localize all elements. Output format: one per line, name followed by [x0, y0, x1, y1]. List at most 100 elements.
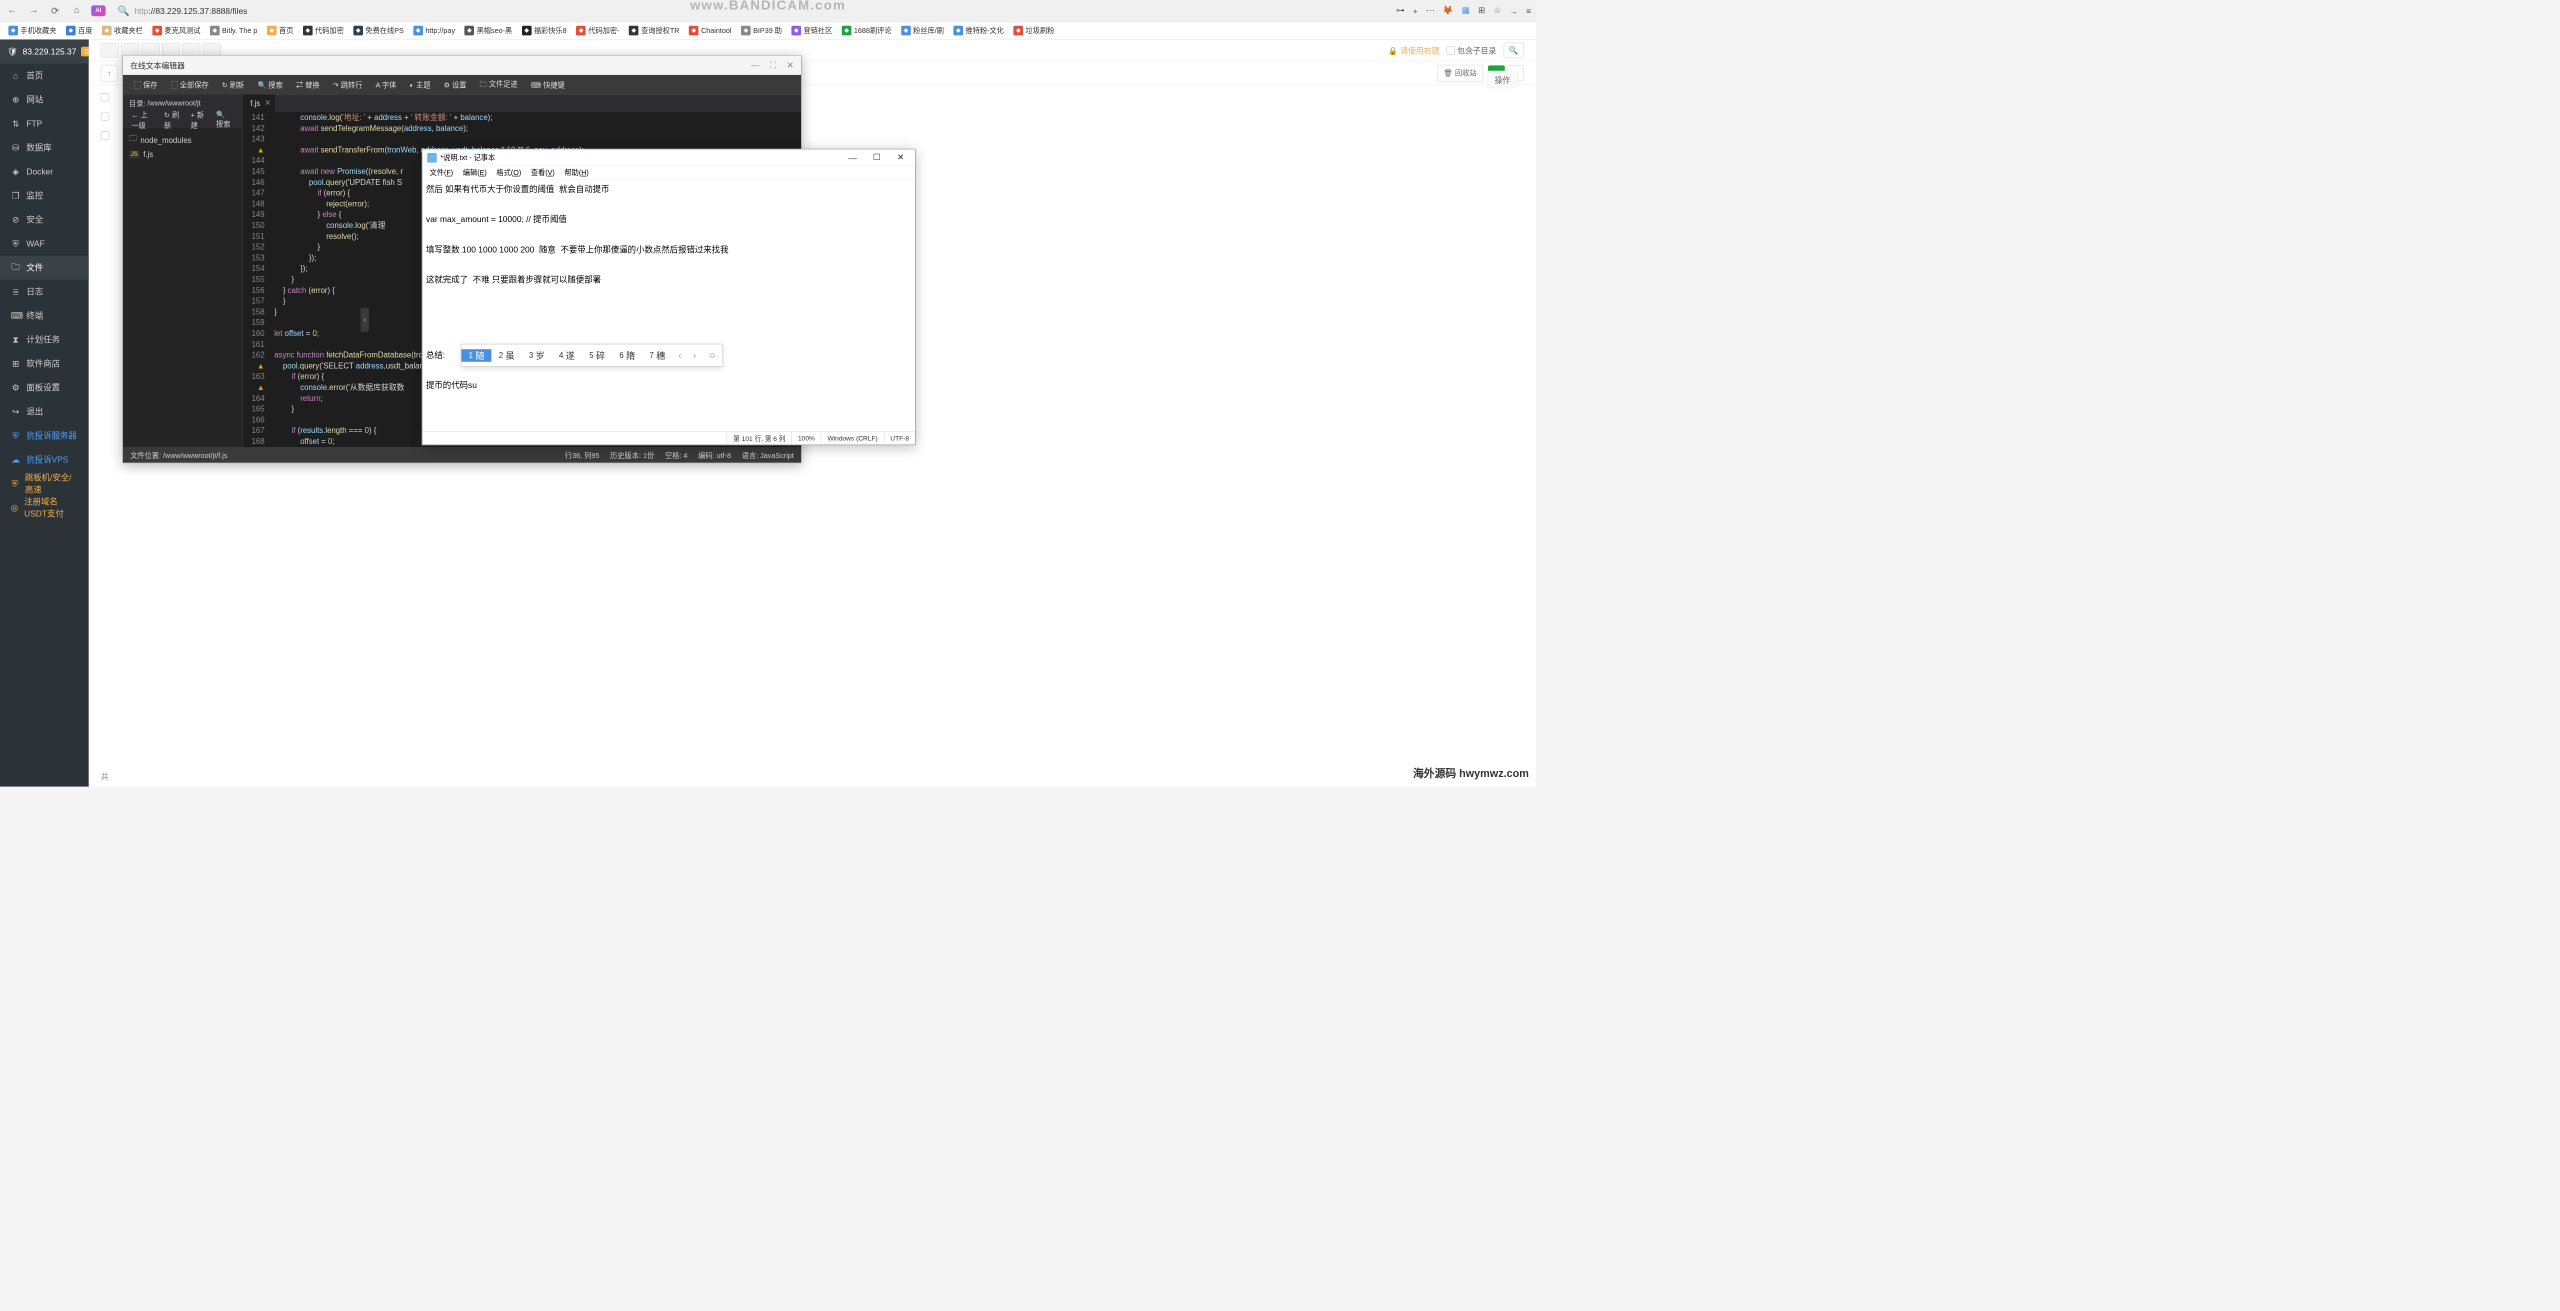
- bookmark-item[interactable]: ◆http://pay: [410, 24, 459, 36]
- row-checkbox[interactable]: [101, 93, 109, 101]
- sidebar-item[interactable]: ⛁数据库: [0, 136, 89, 160]
- notepad-body[interactable]: 然后 如果有代币大于你设置的阈值 就会自动提币 var max_amount =…: [422, 179, 915, 431]
- bookmark-item[interactable]: ◆免费在线PS: [350, 24, 408, 37]
- sidebar-item[interactable]: ◈Docker: [0, 160, 89, 184]
- editor-toolbar-button[interactable]: ⇄ 替换: [290, 77, 326, 92]
- maximize-button[interactable]: ☐: [865, 150, 889, 166]
- ext2-icon[interactable]: ⊞: [1478, 5, 1485, 15]
- bookmark-item[interactable]: ◆BIP39 助: [737, 24, 785, 37]
- sidebar-item[interactable]: ⊕网站: [0, 88, 89, 112]
- bookmark-item[interactable]: ◆Bitly. The p: [206, 24, 261, 36]
- search-icon[interactable]: 🔍: [1503, 42, 1524, 58]
- home-button[interactable]: ⌂: [70, 3, 84, 17]
- ime-candidate[interactable]: 1 随: [461, 349, 491, 362]
- bookmark-item[interactable]: ◆登链社区: [788, 24, 836, 37]
- bookmark-item[interactable]: ◆Chaintool: [685, 24, 735, 36]
- sidebar-item[interactable]: ⊘安全: [0, 208, 89, 232]
- editor-toolbar-button[interactable]: 🔍 搜索: [251, 77, 288, 92]
- ime-prev-icon[interactable]: ‹: [672, 350, 687, 360]
- menu-item[interactable]: 帮助(H): [561, 166, 593, 179]
- collapse-handle-icon[interactable]: ‹: [361, 308, 369, 332]
- bookmark-icon[interactable]: ☆: [1494, 5, 1502, 15]
- sidebar-item[interactable]: ≣日志: [0, 280, 89, 304]
- send-icon[interactable]: →: [1509, 6, 1517, 16]
- bookmark-item[interactable]: ◆推特粉-文化: [950, 24, 1008, 37]
- bookmark-item[interactable]: ◆代码加密-: [573, 24, 623, 37]
- editor-toolbar-button[interactable]: ⬚ 保存: [128, 77, 164, 92]
- menu-item[interactable]: 文件(F): [426, 166, 457, 179]
- editor-toolbar-button[interactable]: ↻ 刷新: [216, 77, 250, 92]
- sidebar-item[interactable]: ☁抗投诉VPS: [0, 448, 89, 472]
- sidebar-item[interactable]: ⇅FTP: [0, 112, 89, 136]
- editor-toolbar-button[interactable]: ⬚ 全部保存: [165, 77, 215, 92]
- ime-candidate[interactable]: 3 岁: [522, 349, 552, 362]
- minimize-button[interactable]: —: [751, 60, 759, 70]
- bookmark-item[interactable]: ◆手机收藏夹: [5, 24, 60, 37]
- add-icon[interactable]: +: [1413, 6, 1418, 16]
- ime-candidate[interactable]: 5 碎: [582, 349, 612, 362]
- recycle-button[interactable]: 🗑 回收站: [1437, 65, 1483, 82]
- ime-candidate-bar[interactable]: 1 随2 虽3 岁4 遂5 碎6 隋7 穗‹›☺: [461, 344, 723, 367]
- fox-icon[interactable]: 🦊: [1443, 5, 1453, 15]
- ime-candidate[interactable]: 4 遂: [552, 349, 582, 362]
- menu-icon[interactable]: ≡: [1526, 6, 1531, 16]
- mini-tab[interactable]: [101, 43, 119, 57]
- sidebar-item[interactable]: 🗀文件: [0, 256, 89, 280]
- editor-toolbar-button[interactable]: ⌨ 快捷键: [525, 77, 571, 92]
- more-icon[interactable]: ⋯: [1426, 5, 1434, 15]
- ime-emoji-icon[interactable]: ☺: [702, 350, 723, 360]
- minimize-button[interactable]: —: [841, 150, 865, 166]
- tree-item[interactable]: JSf.js: [129, 147, 236, 161]
- sidebar-item[interactable]: ↪退出: [0, 400, 89, 424]
- bookmark-item[interactable]: ◆1688刷评论: [838, 24, 895, 37]
- sidebar-item[interactable]: ⌨终端: [0, 304, 89, 328]
- bookmark-item[interactable]: ◆首页: [263, 24, 297, 37]
- bookmark-item[interactable]: ◆查询授权TR: [625, 24, 683, 37]
- bookmark-item[interactable]: ◆百度: [62, 24, 96, 37]
- site-info-icon[interactable]: 🔍: [118, 5, 130, 17]
- ime-candidate[interactable]: 2 虽: [492, 349, 522, 362]
- forward-button[interactable]: →: [26, 3, 40, 17]
- subdir-checkbox[interactable]: 包含子目录: [1446, 44, 1496, 55]
- sidebar-item[interactable]: ❒监控: [0, 184, 89, 208]
- sidebar-item[interactable]: ⊞软件商店: [0, 352, 89, 376]
- ai-badge[interactable]: AI: [91, 5, 105, 16]
- bookmark-item[interactable]: ◆黑帽seo-黑: [461, 24, 516, 37]
- ext1-icon[interactable]: ▦: [1462, 5, 1470, 15]
- close-button[interactable]: ✕: [889, 150, 913, 166]
- tree-item[interactable]: 🗀node_modules: [129, 133, 236, 147]
- editor-toolbar-button[interactable]: ⚙ 设置: [438, 77, 473, 92]
- sidebar-item[interactable]: ⛨WAF: [0, 232, 89, 256]
- sidebar-item[interactable]: ◎注册域名USDT支付: [0, 496, 89, 520]
- back-button[interactable]: ←: [5, 3, 19, 17]
- close-tab-icon[interactable]: ✕: [264, 98, 271, 108]
- ime-next-icon[interactable]: ›: [687, 350, 702, 360]
- sidebar-item[interactable]: ⚙面板设置: [0, 376, 89, 400]
- maximize-button[interactable]: ⛶: [770, 60, 776, 70]
- menu-item[interactable]: 格式(O): [493, 166, 525, 179]
- sidebar-item[interactable]: ⧗计划任务: [0, 328, 89, 352]
- file-tab[interactable]: f.js ✕: [243, 94, 275, 112]
- toolbar-pill[interactable]: ↑: [101, 65, 118, 82]
- key-icon[interactable]: ⊶: [1396, 5, 1404, 15]
- bookmark-item[interactable]: ◆收藏夹栏: [98, 24, 146, 37]
- editor-toolbar-button[interactable]: ↷ 跳转行: [327, 77, 369, 92]
- bookmark-item[interactable]: ◆福彩快乐8: [518, 24, 570, 37]
- ime-candidate[interactable]: 6 隋: [612, 349, 642, 362]
- menu-item[interactable]: 查看(V): [527, 166, 558, 179]
- bookmark-item[interactable]: ◆麦克风测试: [149, 24, 204, 37]
- sidebar-item[interactable]: ⛨跳板机/安全/高速: [0, 472, 89, 496]
- bookmark-item[interactable]: ◆垃圾刷粉: [1010, 24, 1058, 37]
- row-checkbox[interactable]: [101, 112, 109, 120]
- reload-button[interactable]: ⟳: [48, 3, 62, 17]
- bookmark-item[interactable]: ◆代码加密: [299, 24, 347, 37]
- row-checkbox[interactable]: [101, 131, 109, 139]
- sidebar-item[interactable]: ⛨抗投诉服务器: [0, 424, 89, 448]
- menu-item[interactable]: 编辑(E): [459, 166, 490, 179]
- bookmark-item[interactable]: ◆粉丝库/刷: [898, 24, 948, 37]
- sidebar-item[interactable]: ⌂首页: [0, 64, 89, 88]
- ime-candidate[interactable]: 7 穗: [642, 349, 672, 362]
- editor-toolbar-button[interactable]: A 字体: [370, 77, 403, 92]
- editor-toolbar-button[interactable]: ◐ 主题: [404, 77, 437, 92]
- editor-toolbar-button[interactable]: 🗀 文件足迹: [474, 76, 524, 93]
